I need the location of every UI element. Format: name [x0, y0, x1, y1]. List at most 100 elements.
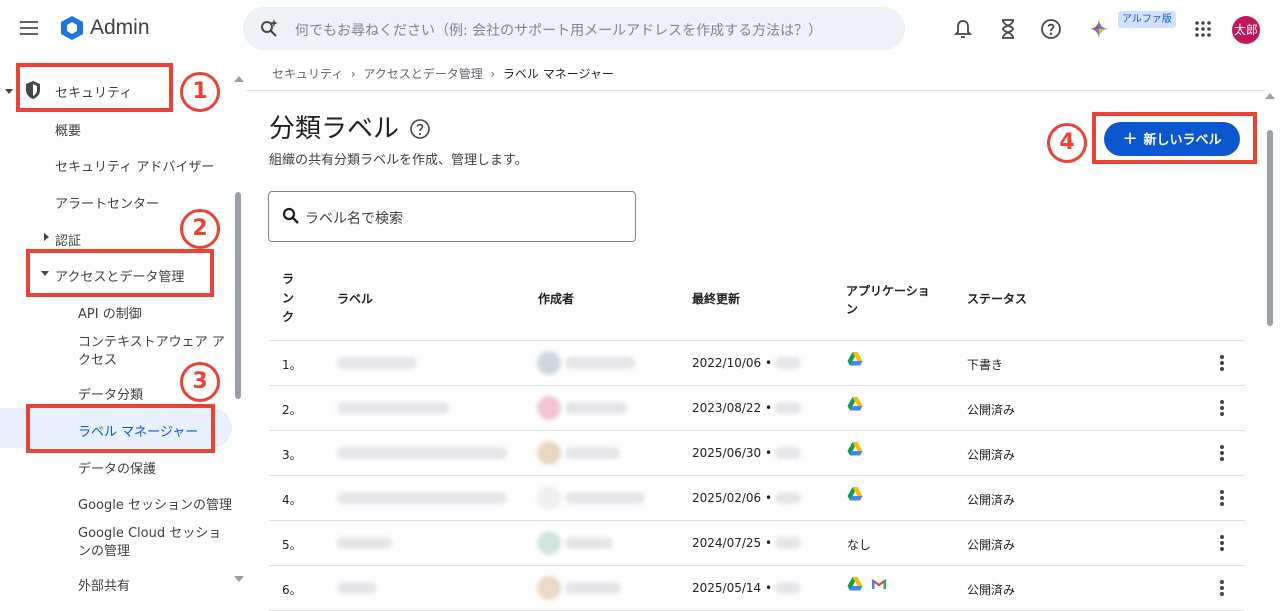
sidebar-item-google-cloud-session-control[interactable]: Google Cloud セッションの管理	[78, 525, 228, 561]
creator-name-redacted	[565, 357, 635, 369]
apps-grid-icon[interactable]	[1191, 17, 1215, 41]
updated-cell: 2024/07/25 •	[692, 536, 773, 550]
column-header-rank[interactable]: ランク	[282, 270, 296, 327]
table-row[interactable]: 3。 2025/06/30 • 公開済み	[247, 431, 1257, 476]
more-vert-icon[interactable]	[1220, 400, 1224, 416]
updated-time-redacted	[775, 582, 801, 594]
callout-box-2	[26, 249, 214, 297]
scroll-up-icon[interactable]	[1265, 92, 1275, 100]
label-name-redacted[interactable]	[337, 582, 377, 594]
label-name-redacted[interactable]	[337, 537, 392, 549]
creator-name-redacted	[565, 447, 620, 459]
updated-time-redacted	[775, 492, 801, 504]
sidebar-item-data-protection[interactable]: データの保護	[78, 458, 156, 477]
sidebar-item-overview[interactable]: 概要	[55, 120, 81, 139]
label-name-redacted[interactable]	[337, 492, 507, 504]
gemini-icon[interactable]	[1087, 17, 1111, 41]
creator-avatar	[537, 441, 561, 465]
caret-down-icon[interactable]	[5, 87, 13, 95]
updated-cell: 2025/06/30 •	[692, 446, 773, 460]
sidebar-item-google-session-control[interactable]: Google セッションの管理	[78, 494, 232, 513]
more-vert-icon[interactable]	[1220, 355, 1224, 371]
sidebar-item-alert-center[interactable]: アラートセンター	[55, 193, 159, 212]
sidebar-item-external-sharing[interactable]: 外部共有	[78, 575, 130, 594]
google-drive-icon	[847, 352, 863, 366]
sidebar-scrollbar[interactable]	[235, 192, 241, 399]
help-circle-icon[interactable]	[409, 118, 431, 140]
scroll-up-icon[interactable]	[234, 75, 244, 83]
sidebar-item-api-controls[interactable]: API の制御	[78, 303, 142, 322]
label-name-redacted[interactable]	[337, 357, 417, 369]
more-vert-icon[interactable]	[1220, 445, 1224, 461]
creator-name-redacted	[565, 582, 621, 594]
table-row[interactable]: 4。 2025/02/06 • 公開済み	[247, 476, 1257, 521]
global-search-placeholder: 何でもお尋ねください（例: 会社のサポート用メールアドレスを作成する方法は？）	[295, 23, 823, 39]
rank-cell: 4。	[282, 493, 302, 507]
creator-avatar	[537, 531, 561, 555]
main-menu-icon[interactable]	[20, 18, 42, 40]
status-cell: 公開済み	[967, 493, 1016, 507]
callout-box-1	[16, 63, 173, 112]
help-icon[interactable]	[1039, 17, 1063, 41]
google-drive-icon	[847, 577, 863, 591]
table-row[interactable]: 1。 2022/10/06 • 下書き	[247, 341, 1257, 386]
column-header-application[interactable]: アプリケーション	[846, 282, 931, 318]
global-search-bar[interactable]: 何でもお尋ねください（例: 会社のサポート用メールアドレスを作成する方法は？）	[243, 7, 905, 50]
rank-cell: 2。	[282, 403, 302, 417]
alpha-badge: アルファ版	[1118, 11, 1176, 28]
status-cell: 公開済み	[967, 583, 1016, 597]
more-vert-icon[interactable]	[1220, 490, 1224, 506]
column-header-updated[interactable]: 最終更新	[692, 290, 740, 307]
updated-time-redacted	[775, 402, 801, 414]
sidebar-item-data-classification[interactable]: データ分類	[78, 384, 143, 403]
new-label-button[interactable]: + 新しいラベル	[1104, 122, 1240, 156]
caret-right-icon[interactable]	[43, 233, 49, 241]
chevron-right-icon: ›	[486, 67, 500, 81]
chevron-right-icon: ›	[347, 67, 360, 81]
status-cell: 公開済み	[967, 403, 1016, 417]
rank-cell: 6。	[282, 583, 302, 597]
label-search-input[interactable]: ラベル名で検索	[268, 191, 636, 242]
updated-cell: 2025/05/14 •	[692, 581, 773, 595]
label-name-redacted[interactable]	[337, 447, 507, 459]
sidebar: セキュリティ 概要 セキュリティ アドバイザー アラートセンター 認証 アクセス…	[0, 58, 247, 604]
user-avatar[interactable]: 太郎	[1232, 16, 1260, 44]
more-vert-icon[interactable]	[1220, 535, 1224, 551]
creator-name-redacted	[565, 492, 645, 504]
updated-cell: 2022/10/06 •	[692, 356, 773, 370]
top-bar: Admin 何でもお尋ねください（例: 会社のサポート用メールアドレスを作成する…	[0, 0, 1280, 58]
column-header-label[interactable]: ラベル	[337, 290, 373, 307]
scroll-down-icon[interactable]	[234, 575, 244, 583]
rank-cell: 1。	[282, 358, 302, 372]
google-drive-icon	[847, 442, 863, 456]
breadcrumb-access-data[interactable]: アクセスとデータ管理	[363, 67, 482, 81]
new-label-button-text: 新しいラベル	[1143, 133, 1222, 148]
table-row[interactable]: 2。 2023/08/22 • 公開済み	[247, 386, 1257, 431]
updated-time-redacted	[775, 357, 801, 369]
admin-logo-icon	[61, 16, 83, 40]
breadcrumb-security[interactable]: セキュリティ	[272, 67, 343, 81]
page-title: 分類ラベル	[269, 114, 400, 144]
gmail-icon	[871, 579, 887, 589]
table-row[interactable]: 6。 2025/05/14 • 公開済み	[247, 566, 1257, 611]
table-row[interactable]: 5。 2024/07/25 • なし 公開済み	[247, 521, 1257, 566]
main-scrollbar[interactable]	[1267, 130, 1273, 326]
page-subtitle: 組織の共有分類ラベルを作成、管理します。	[269, 153, 528, 168]
callout-number-4: 4	[1047, 123, 1087, 163]
label-name-redacted[interactable]	[337, 402, 449, 414]
creator-name-redacted	[565, 537, 613, 549]
creator-avatar	[537, 486, 561, 510]
column-header-creator[interactable]: 作成者	[538, 290, 574, 307]
more-vert-icon[interactable]	[1220, 580, 1224, 596]
hourglass-icon[interactable]	[996, 17, 1020, 41]
breadcrumb-current: ラベル マネージャー	[502, 67, 614, 81]
sidebar-item-security-advisor[interactable]: セキュリティ アドバイザー	[55, 156, 214, 175]
label-search-placeholder: ラベル名で検索	[305, 211, 403, 227]
sidebar-item-authentication[interactable]: 認証	[55, 230, 81, 249]
column-header-status[interactable]: ステータス	[967, 290, 1027, 307]
notifications-icon[interactable]	[951, 17, 975, 41]
status-cell: 下書き	[967, 358, 1004, 372]
app-title[interactable]: Admin	[90, 16, 150, 40]
creator-avatar	[537, 351, 561, 375]
application-none: なし	[847, 538, 872, 552]
